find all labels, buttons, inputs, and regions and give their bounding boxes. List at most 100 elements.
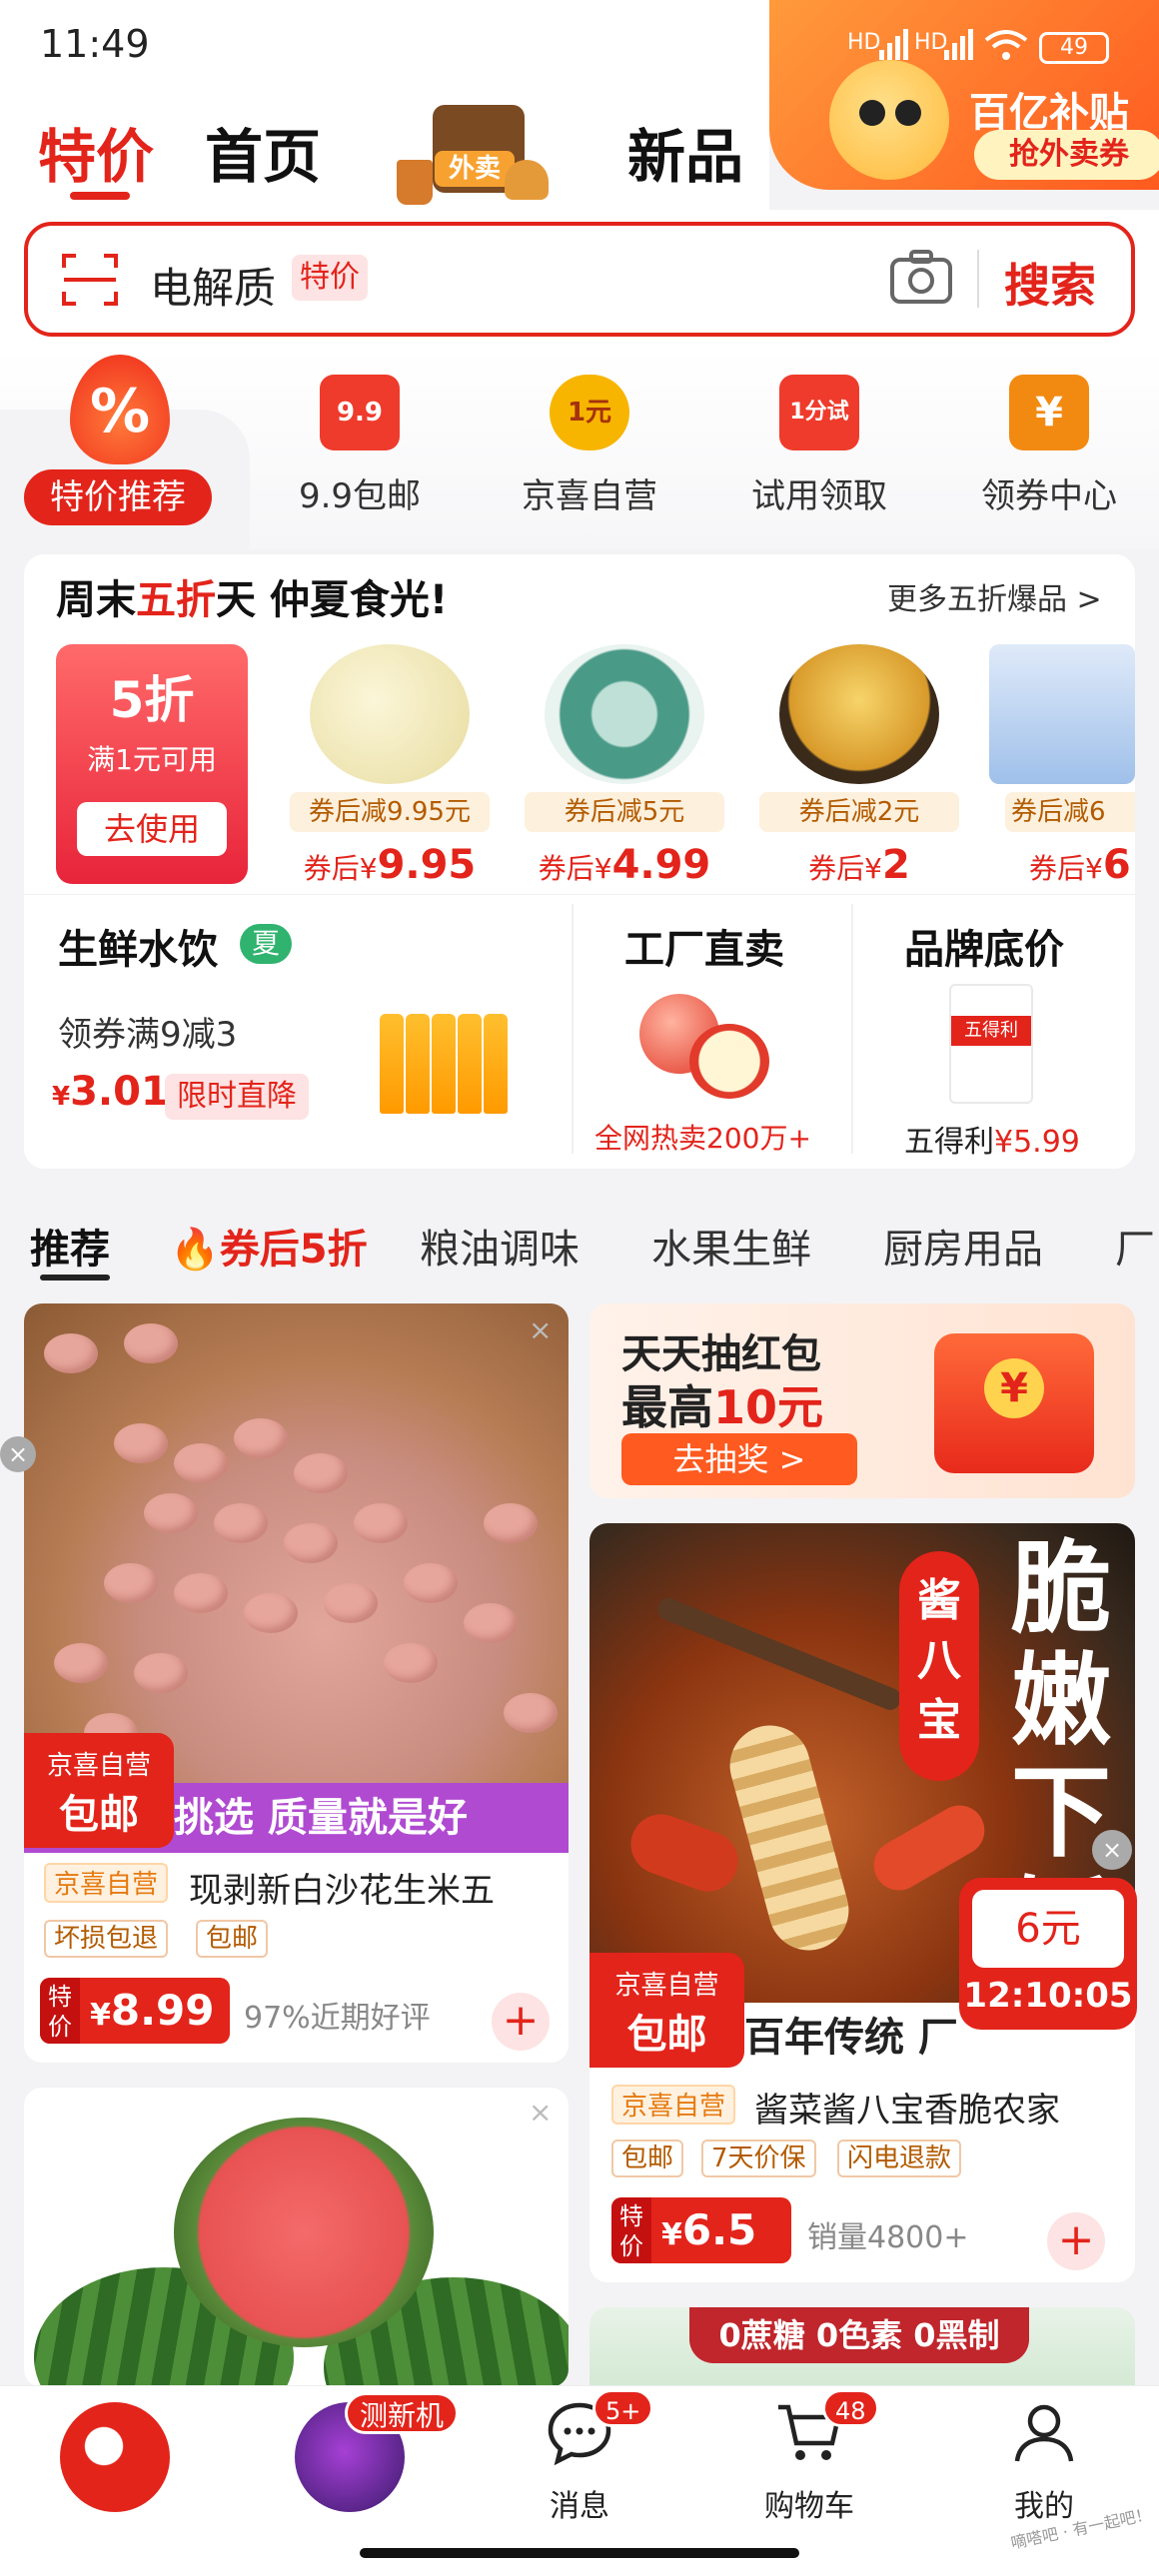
deal-item-tissue[interactable]: 券后减6 券后¥6	[989, 644, 1135, 888]
divider	[572, 904, 574, 1154]
add-to-cart-button[interactable]: +	[492, 1993, 550, 2051]
limited-price-drop-tag: 限时直降	[165, 1074, 309, 1120]
weekend-title: 周末五折天 仲夏食光!	[56, 577, 449, 623]
brand-price-text: 五得利¥5.99	[904, 1125, 1080, 1160]
tab-takeout[interactable]: 外卖	[395, 105, 555, 210]
burger-icon	[505, 160, 549, 200]
flour-bag-image[interactable]: 五得利	[949, 984, 1033, 1104]
product-card-peanut[interactable]: 挑选 质量就是好 京喜自营 包邮 × 京喜自营 现剥新白沙花生米五 坏损包退 包…	[24, 1303, 569, 2063]
nav-me[interactable]: 我的	[944, 2397, 1144, 2525]
service-tag: 闪电退款	[837, 2140, 962, 2177]
product-title[interactable]: 现剥新白沙花生米五	[189, 1863, 495, 1912]
wifi-icon	[984, 30, 1028, 60]
nav-messages[interactable]: 5+ 消息	[480, 2389, 679, 2525]
deal-item-pear[interactable]: 券后减9.95元 券后¥9.95	[285, 644, 495, 888]
close-icon[interactable]: ×	[529, 1313, 552, 1346]
fresh-price: ¥3.01	[52, 1069, 169, 1115]
apples-image[interactable]	[629, 984, 779, 1104]
scan-icon[interactable]	[60, 250, 120, 310]
half-price-coupon[interactable]: 5折 满1元可用 去使用	[56, 644, 248, 884]
close-icon[interactable]: ×	[1092, 1830, 1132, 1870]
search-input[interactable]: 电解质	[150, 255, 276, 316]
clock: 11:49	[40, 22, 150, 66]
nav-label: 消息	[550, 2489, 609, 2524]
quick-item-coupons[interactable]: ¥ 领券中心	[959, 375, 1139, 517]
juice-bottles-image[interactable]	[380, 994, 530, 1114]
quick-item-trial[interactable]: 1分试 试用领取	[729, 375, 909, 517]
fresh-coupon-text: 领券满9减3	[58, 1015, 238, 1055]
tab-home[interactable]: 首页	[205, 110, 321, 194]
signal-bars-icon	[879, 29, 908, 60]
feed-tab-grain-oil[interactable]: 粮油调味	[420, 1217, 580, 1275]
nav-cart[interactable]: 48 购物车	[709, 2389, 909, 2525]
signal-label: HD	[914, 30, 948, 55]
active-feed-tab-indicator	[40, 1275, 110, 1281]
quick-item-label: 9.9包邮	[298, 476, 422, 516]
search-button[interactable]: 搜索	[1004, 250, 1096, 316]
quick-item-jingxi[interactable]: 1元 京喜自营	[500, 375, 679, 517]
factory-direct-title[interactable]: 工厂直卖	[624, 917, 784, 975]
nine-nine-icon: 9.9	[320, 375, 400, 450]
add-to-cart-button[interactable]: +	[1047, 2212, 1105, 2270]
product-card-watermelon[interactable]: ×	[24, 2088, 569, 2387]
use-coupon-button[interactable]: 去使用	[77, 802, 227, 856]
red-envelope-icon: ¥	[934, 1333, 1094, 1473]
product-stamp: 酱八宝	[899, 1551, 979, 1781]
feed-tab-more[interactable]: 厂	[1115, 1217, 1155, 1275]
feed-tab-kitchen[interactable]: 厨房用品	[883, 1217, 1043, 1275]
feed-tab-fruit-fresh[interactable]: 水果生鲜	[651, 1217, 811, 1275]
message-bubble-icon: 5+	[545, 2389, 654, 2467]
deal-tag: 券后减9.95元	[290, 792, 490, 832]
flash-sale-countdown[interactable]: 6元 12:10:05	[959, 1878, 1137, 2030]
quick-item-label: 试用领取	[751, 476, 887, 516]
signal-label: HD	[847, 30, 881, 55]
cart-icon: 48	[774, 2389, 879, 2467]
shop-tag: 京喜自营	[44, 1863, 169, 1903]
service-tag: 包邮	[611, 2140, 684, 2177]
deal-item-ginger[interactable]: 券后减2元 券后¥2	[754, 644, 964, 888]
coupon-discount: 5折	[109, 671, 195, 729]
more-half-price-link[interactable]: 更多五折爆品 >	[887, 574, 1102, 618]
active-tab-indicator	[70, 192, 130, 200]
summer-badge: 夏	[240, 924, 292, 964]
quick-item-label: 领券中心	[981, 476, 1117, 516]
feed-tab-recommend[interactable]: 推荐	[30, 1217, 110, 1275]
coupon-yen-icon: ¥	[1009, 375, 1089, 450]
service-tag: 坏损包退	[44, 1920, 169, 1958]
deal-item-fan[interactable]: 券后减5元 券后¥4.99	[520, 644, 729, 888]
product-title[interactable]: 酱菜酱八宝香脆农家	[754, 2083, 1060, 2132]
feed-tab-coupon-half[interactable]: 🔥券后5折	[170, 1217, 368, 1275]
one-yuan-icon: 1元	[550, 375, 629, 450]
shop-tag: 京喜自营	[611, 2085, 736, 2125]
search-tag: 特价	[292, 255, 368, 301]
deal-price: 券后¥2	[808, 842, 910, 888]
quick-item-tejia-recommend[interactable]: 特价推荐	[24, 469, 212, 525]
go-draw-button[interactable]: 去抽奖 >	[621, 1433, 857, 1485]
divider	[851, 904, 853, 1154]
brand-low-price-title[interactable]: 品牌底价	[904, 917, 1064, 975]
tab-tejia[interactable]: 特价	[38, 110, 154, 194]
close-icon[interactable]: ×	[529, 2096, 552, 2129]
deal-price: 券后¥4.99	[538, 842, 711, 888]
quick-item-99[interactable]: 9.9 9.9包邮	[270, 375, 450, 517]
nav-home-mascot-icon[interactable]	[60, 2402, 170, 2512]
rating-text: 97%近期好评	[244, 2001, 431, 2036]
tab-new[interactable]: 新品	[627, 110, 743, 194]
service-tag: 包邮	[196, 1920, 269, 1958]
deal-tag: 券后减6	[1005, 792, 1135, 832]
camera-icon[interactable]	[889, 248, 953, 306]
price-tag: 特价 ¥6.5	[611, 2197, 791, 2263]
service-tag: 7天价保	[701, 2140, 816, 2177]
fire-percent-icon: 🔥	[170, 1227, 220, 1273]
free-shipping-badge: 京喜自营 包邮	[589, 1953, 744, 2068]
coffee-cup-icon	[397, 160, 433, 205]
pear-image	[310, 644, 470, 784]
lucky-draw-card[interactable]: 天天抽红包 最高10元 去抽奖 > ¥	[589, 1303, 1135, 1498]
close-icon[interactable]: ×	[0, 1436, 36, 1472]
mascot-icon	[829, 60, 949, 180]
fresh-drinks-title[interactable]: 生鲜水饮	[58, 917, 218, 975]
deal-price: 券后¥9.95	[303, 842, 477, 888]
grab-takeout-coupon-button[interactable]: 抢外卖券	[974, 130, 1159, 180]
home-indicator	[360, 2548, 799, 2558]
tissue-image	[989, 644, 1135, 784]
